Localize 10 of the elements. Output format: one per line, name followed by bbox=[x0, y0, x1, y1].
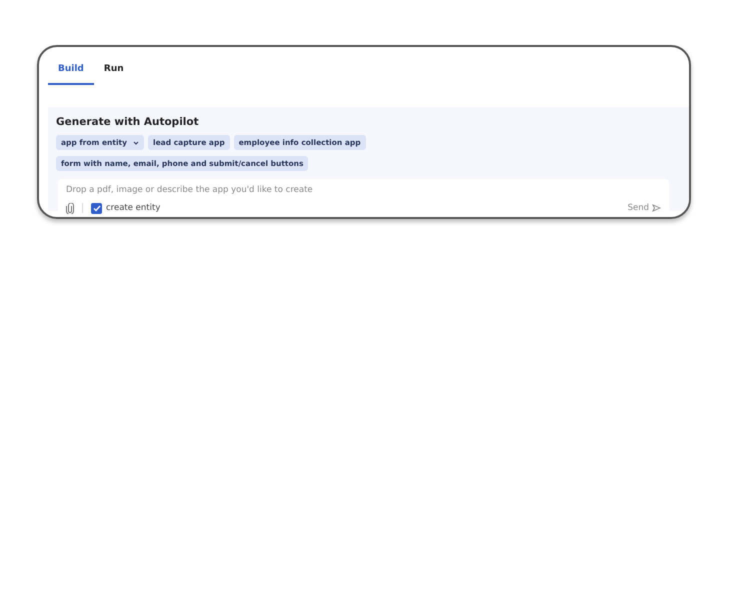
tab[interactable]: Run bbox=[94, 59, 134, 84]
paperclip-icon[interactable] bbox=[66, 202, 74, 214]
checkbox-label: create entity bbox=[106, 202, 160, 214]
send-icon bbox=[652, 204, 661, 212]
tab[interactable]: Build bbox=[48, 59, 94, 84]
caret-icon bbox=[133, 141, 140, 146]
panel-title: Generate with Autopilot bbox=[56, 114, 200, 130]
create-entity-checkbox[interactable] bbox=[91, 202, 102, 214]
send-button[interactable]: Send bbox=[628, 202, 661, 214]
prompt-box[interactable]: Drop a pdf, image or describe the app you'd like to create create entity Send bbox=[58, 179, 669, 217]
